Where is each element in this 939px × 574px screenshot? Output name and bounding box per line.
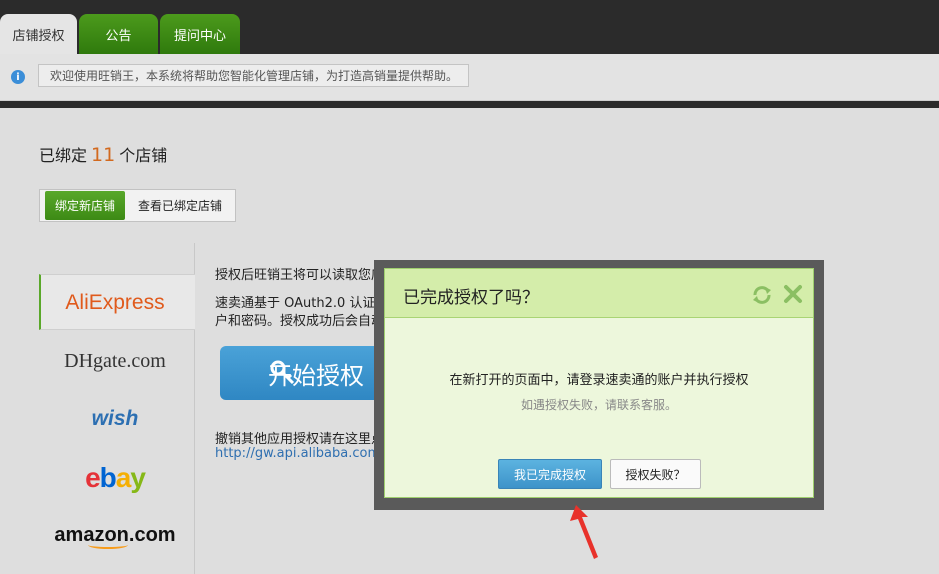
bound-count: 11 — [91, 144, 116, 166]
amazon-smile-icon — [88, 541, 128, 549]
start-authorization-button[interactable]: 开始授权 — [220, 346, 395, 400]
key-icon — [270, 360, 295, 385]
bind-new-store-button[interactable]: 绑定新店铺 — [45, 191, 125, 220]
tab-help-center[interactable]: 提问中心 — [160, 14, 240, 54]
auth-description-line3: 户和密码。授权成功后会自动 — [215, 314, 385, 329]
platform-aliexpress-logo[interactable]: AliExpress — [40, 288, 190, 318]
notice-text: 欢迎使用旺销王，本系统将帮助您智能化管理店铺，为打造高销量提供帮助。 — [38, 64, 469, 87]
separator — [0, 101, 939, 108]
dialog-hint: 如遇授权失败，请联系客服。 — [520, 398, 677, 412]
auth-description-line2: 速卖通基于 OAuth2.0 认证模 — [215, 296, 389, 311]
revoke-link[interactable]: http://gw.api.alibaba.com/a — [215, 446, 385, 461]
red-arrow-annotation — [570, 505, 598, 559]
platform-dhgate-logo[interactable]: DHgate.com — [40, 344, 190, 378]
dialog-title: 已完成授权了吗？ — [403, 288, 539, 308]
platform-ebay-logo[interactable]: ebay — [40, 460, 190, 496]
bound-prefix: 已绑定 — [39, 146, 88, 165]
platform-wish-logo[interactable]: wish — [40, 404, 190, 434]
authorization-done-button[interactable]: 我已完成授权 — [498, 459, 602, 489]
refresh-icon[interactable] — [751, 284, 773, 306]
tab-announcement[interactable]: 公告 — [79, 14, 158, 54]
dialog-message: 在新打开的页面中，请登录速卖通的账户并执行授权 — [449, 373, 749, 388]
close-icon[interactable] — [782, 283, 804, 305]
bound-suffix: 个店铺 — [119, 146, 168, 165]
authorization-failed-button[interactable]: 授权失败？ — [610, 459, 701, 489]
view-bound-stores-button[interactable]: 查看已绑定店铺 — [127, 191, 233, 220]
revoke-text: 撤销其他应用授权请在这里点 — [215, 432, 385, 447]
info-icon: i — [11, 70, 25, 84]
bound-count-heading: 已绑定 11 个店铺 — [39, 142, 167, 166]
tab-store-auth[interactable]: 店铺授权 — [0, 14, 77, 54]
dhgate-text: DHgate.com — [64, 349, 166, 372]
